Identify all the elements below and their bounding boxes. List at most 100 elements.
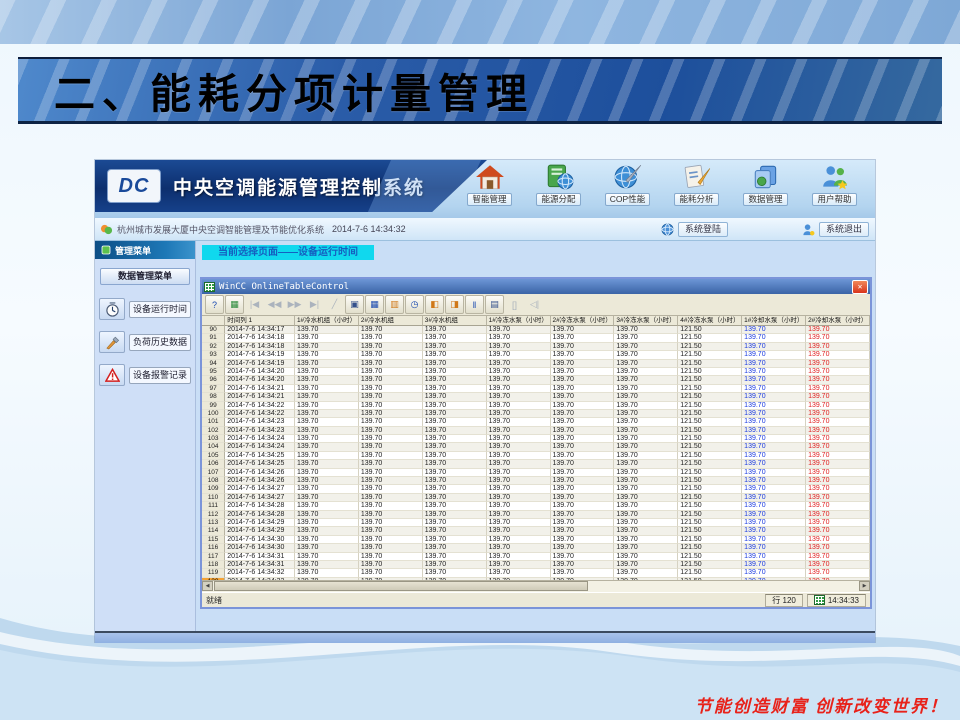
app-footer (95, 631, 875, 643)
table-row[interactable]: 1182014-7-6 14:34:31139.70139.70139.7013… (202, 561, 870, 569)
timestamp-cell: 2014-7-6 14:34:19 (225, 360, 295, 368)
sidebar-item-alarm-log[interactable]: 设备报警记录 (99, 364, 191, 386)
nav-energy-analysis[interactable]: 能耗分析 (662, 163, 731, 206)
nav-label: 能耗分析 (674, 193, 718, 206)
grid-view-icon[interactable]: ▦ (365, 295, 384, 314)
timestamp-cell: 2014-7-6 14:34:21 (225, 393, 295, 401)
nav-label: 用户帮助 (812, 193, 856, 206)
column-header[interactable]: 3#冷冻水泵（小时） (614, 316, 678, 326)
nav-energy-allocation[interactable]: 能源分配 (524, 163, 593, 206)
row-number: 106 (202, 460, 225, 468)
nav-data-management[interactable]: 数据管理 (731, 163, 800, 206)
column-header[interactable]: 2#冷冻水泵（小时） (551, 316, 615, 326)
table-row[interactable]: 1072014-7-6 14:34:26139.70139.70139.7013… (202, 469, 870, 477)
time-range-icon[interactable]: ◷ (405, 295, 424, 314)
table-row[interactable]: 1152014-7-6 14:34:30139.70139.70139.7013… (202, 536, 870, 544)
table-row[interactable]: 1192014-7-6 14:34:32139.70139.70139.7013… (202, 569, 870, 577)
table-row[interactable]: 1042014-7-6 14:34:24139.70139.70139.7013… (202, 443, 870, 451)
nav-smart-management[interactable]: 智能管理 (455, 163, 524, 206)
table-row[interactable]: 1112014-7-6 14:34:28139.70139.70139.7013… (202, 502, 870, 510)
cop-performance-icon (613, 163, 643, 191)
export-out-icon[interactable]: ◨ (445, 295, 464, 314)
table-row[interactable]: 1142014-7-6 14:34:29139.70139.70139.7013… (202, 527, 870, 535)
value-cell: 139.70 (614, 469, 678, 477)
table-row[interactable]: 1032014-7-6 14:34:24139.70139.70139.7013… (202, 435, 870, 443)
copy-icon[interactable]: ▣ (345, 295, 364, 314)
table-row[interactable]: 1052014-7-6 14:34:25139.70139.70139.7013… (202, 452, 870, 460)
print-icon[interactable]: ▤ (485, 295, 504, 314)
scrollbar-thumb[interactable] (214, 581, 588, 591)
nav-label: COP性能 (605, 193, 650, 206)
table-row[interactable]: 1122014-7-6 14:34:28139.70139.70139.7013… (202, 511, 870, 519)
timestamp-cell: 2014-7-6 14:34:27 (225, 494, 295, 502)
value-cell: 139.70 (295, 443, 359, 451)
help-icon[interactable]: ? (205, 295, 224, 314)
export-in-icon[interactable]: ◧ (425, 295, 444, 314)
table-row[interactable]: 1132014-7-6 14:34:29139.70139.70139.7013… (202, 519, 870, 527)
scroll-left-icon[interactable]: ◀ (202, 581, 213, 591)
column-header[interactable]: 2#冷水机组 (359, 316, 423, 326)
row-number: 115 (202, 536, 225, 544)
value-cell: 139.70 (423, 460, 487, 468)
login-button[interactable]: 系统登陆 (678, 222, 728, 237)
time-indicator: 14:34:33 (807, 594, 866, 607)
table-row[interactable]: 1172014-7-6 14:34:31139.70139.70139.7013… (202, 553, 870, 561)
properties-icon[interactable]: ▦ (225, 295, 244, 314)
table-row[interactable]: 972014-7-6 14:34:21139.70139.70139.70139… (202, 385, 870, 393)
value-cell: 139.70 (295, 519, 359, 527)
timestamp-cell: 2014-7-6 14:34:20 (225, 368, 295, 376)
sidebar-menu-title[interactable]: 数据管理菜单 (100, 268, 190, 285)
sidebar-item-runtime[interactable]: 设备运行时间 (99, 298, 191, 320)
column-header[interactable]: 1#冷却水泵（小时） (742, 316, 806, 326)
column-header[interactable]: 3#冷水机组 (423, 316, 487, 326)
horizontal-scrollbar[interactable]: ◀ ▶ (202, 580, 870, 592)
column-header[interactable]: 时间列 1 (225, 316, 295, 326)
value-cell: 139.70 (487, 343, 551, 351)
sidebar-item-label: 设备报警记录 (129, 367, 191, 384)
table-row[interactable]: 952014-7-6 14:34:20139.70139.70139.70139… (202, 368, 870, 376)
close-icon[interactable]: ✕ (852, 280, 868, 294)
table-row[interactable]: 1102014-7-6 14:34:27139.70139.70139.7013… (202, 494, 870, 502)
value-cell: 139.70 (614, 477, 678, 485)
row-number: 98 (202, 393, 225, 401)
timestamp-cell: 2014-7-6 14:34:17 (225, 326, 295, 334)
table-row[interactable]: 992014-7-6 14:34:22139.70139.70139.70139… (202, 402, 870, 410)
value-cell: 139.70 (423, 418, 487, 426)
nav-user-help[interactable]: 用户帮助 (800, 163, 869, 206)
nav-prev-icon: ◀◀ (265, 295, 284, 314)
value-cell: 139.70 (742, 393, 806, 401)
table-row[interactable]: 922014-7-6 14:34:18139.70139.70139.70139… (202, 343, 870, 351)
stats-icon[interactable]: ▥ (385, 295, 404, 314)
timestamp-cell: 2014-7-6 14:34:25 (225, 452, 295, 460)
value-cell: 139.70 (487, 536, 551, 544)
table-row[interactable]: 962014-7-6 14:34:20139.70139.70139.70139… (202, 376, 870, 384)
table-row[interactable]: 1002014-7-6 14:34:22139.70139.70139.7013… (202, 410, 870, 418)
table-row[interactable]: 1062014-7-6 14:34:25139.70139.70139.7013… (202, 460, 870, 468)
data-management-icon (751, 163, 781, 191)
column-header[interactable]: 4#冷冻水泵（小时） (678, 316, 742, 326)
table-row[interactable]: 1092014-7-6 14:34:27139.70139.70139.7013… (202, 485, 870, 493)
table-row[interactable]: 932014-7-6 14:34:19139.70139.70139.70139… (202, 351, 870, 359)
table-row[interactable]: 902014-7-6 14:34:17139.70139.70139.70139… (202, 326, 870, 334)
table-row[interactable]: 1082014-7-6 14:34:26139.70139.70139.7013… (202, 477, 870, 485)
value-cell: 139.70 (295, 502, 359, 510)
nav-cop-performance[interactable]: COP性能 (593, 163, 662, 206)
table-row[interactable]: 982014-7-6 14:34:21139.70139.70139.70139… (202, 393, 870, 401)
table-row[interactable]: 1162014-7-6 14:34:30139.70139.70139.7013… (202, 544, 870, 552)
pause-icon[interactable]: ‖ (465, 295, 484, 314)
sidebar-item-load-history[interactable]: 负荷历史数据 (99, 331, 191, 353)
table-row[interactable]: 912014-7-6 14:34:18139.70139.70139.70139… (202, 334, 870, 342)
value-cell: 139.70 (806, 435, 870, 443)
table-row[interactable]: 1012014-7-6 14:34:23139.70139.70139.7013… (202, 418, 870, 426)
column-header[interactable]: 2#冷却水泵（小时） (806, 316, 870, 326)
scroll-right-icon[interactable]: ▶ (859, 581, 870, 591)
value-cell: 139.70 (423, 536, 487, 544)
column-header[interactable]: 1#冷冻水泵（小时） (487, 316, 551, 326)
table-row[interactable]: 942014-7-6 14:34:19139.70139.70139.70139… (202, 360, 870, 368)
column-header[interactable]: 1#冷水机组（小时） (295, 316, 359, 326)
logout-button[interactable]: 系统退出 (819, 222, 869, 237)
value-cell: 139.70 (295, 527, 359, 535)
value-cell: 139.70 (551, 343, 615, 351)
value-cell: 121.50 (678, 393, 742, 401)
table-row[interactable]: 1022014-7-6 14:34:23139.70139.70139.7013… (202, 427, 870, 435)
